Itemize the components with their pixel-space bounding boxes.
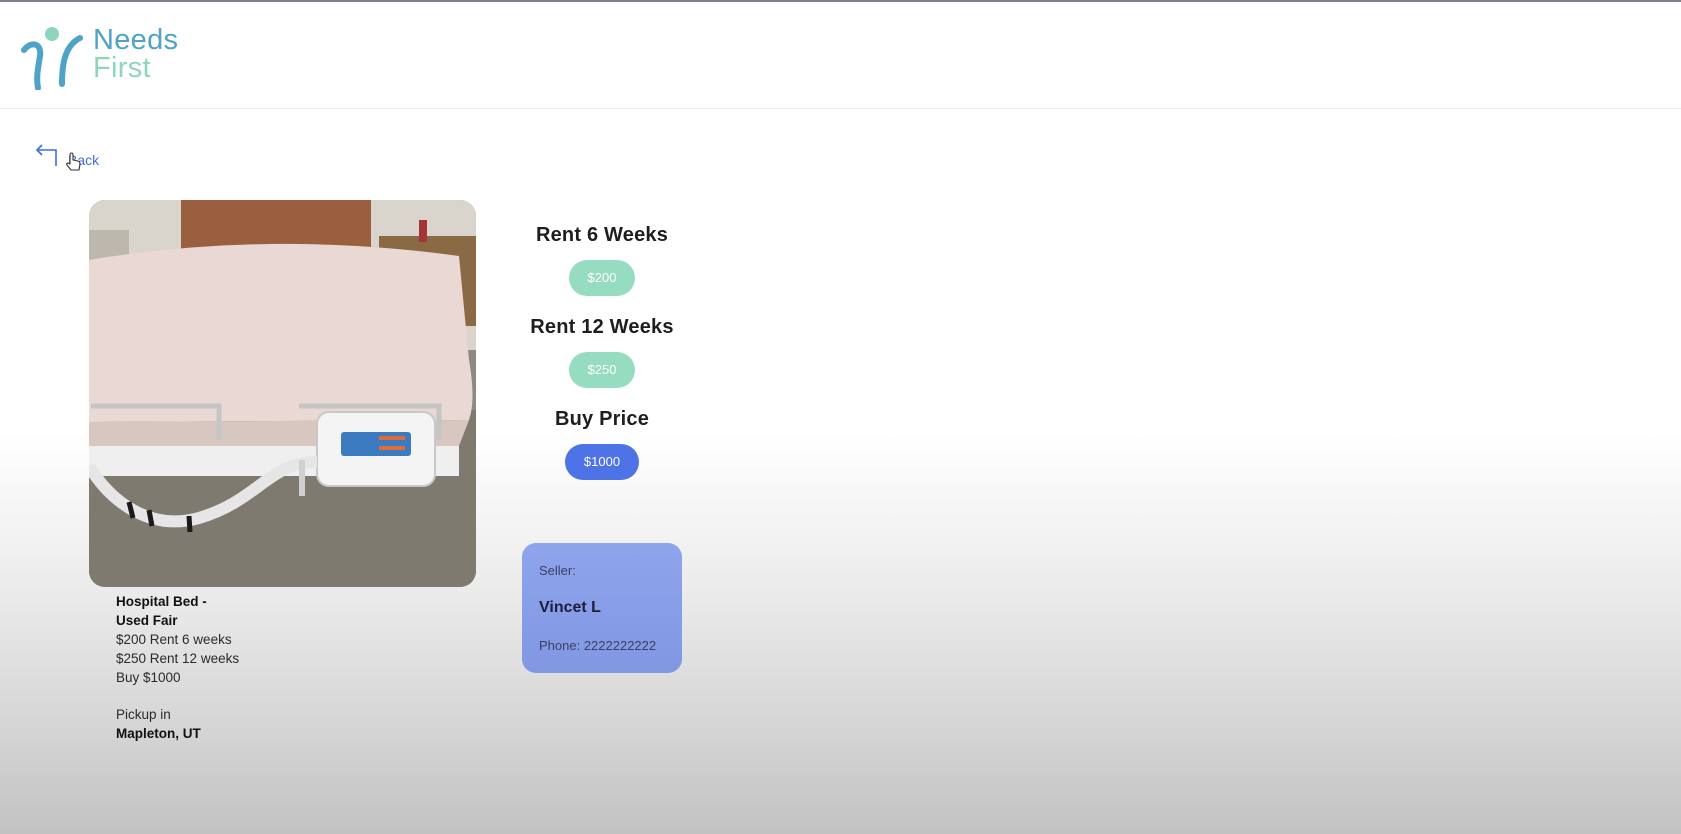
hospital-bed-photo	[89, 200, 476, 587]
brand-line2: First	[93, 52, 151, 84]
brand-name: Needs First	[93, 24, 179, 84]
brand-line1: Needs	[93, 24, 179, 56]
product-rent6: $200 Rent 6 weeks	[116, 632, 232, 647]
rent12-price-button[interactable]: $250	[569, 352, 635, 388]
seller-phone[interactable]: Phone: 2222222222	[539, 638, 656, 653]
product-buy: Buy $1000	[116, 670, 181, 685]
seller-name: Vincet L	[539, 599, 601, 616]
product-image[interactable]	[89, 200, 476, 587]
product-title-line2: Used Fair	[116, 613, 178, 628]
pickup-label: Pickup in	[116, 707, 171, 722]
return-arrow-icon	[36, 144, 57, 166]
brand-logo[interactable]: Needs First	[18, 22, 193, 92]
product-rent12: $250 Rent 12 weeks	[116, 651, 240, 666]
product-title-line1: Hospital Bed -	[116, 594, 207, 609]
pricing-panel: Rent 6 Weeks $200 Rent 12 Weeks $250 Buy…	[520, 220, 684, 496]
seller-label: Seller:	[539, 563, 576, 578]
site-header: Needs First	[0, 2, 1681, 109]
rent12-title: Rent 12 Weeks	[530, 316, 674, 338]
back-link[interactable]: Back	[34, 144, 99, 171]
rent6-title: Rent 6 Weeks	[535, 224, 669, 246]
needs-first-logo-icon	[21, 27, 83, 90]
product-description: Hospital Bed - Used Fair $200 Rent 6 wee…	[116, 592, 239, 743]
rent6-price-button[interactable]: $200	[569, 260, 635, 296]
pickup-location: Mapleton, UT	[116, 726, 201, 741]
seller-card: Seller: Vincet L Phone: 2222222222	[522, 543, 682, 673]
buy-title: Buy Price	[554, 408, 650, 430]
hand-pointer-icon	[66, 152, 81, 171]
buy-price-button[interactable]: $1000	[565, 444, 639, 480]
